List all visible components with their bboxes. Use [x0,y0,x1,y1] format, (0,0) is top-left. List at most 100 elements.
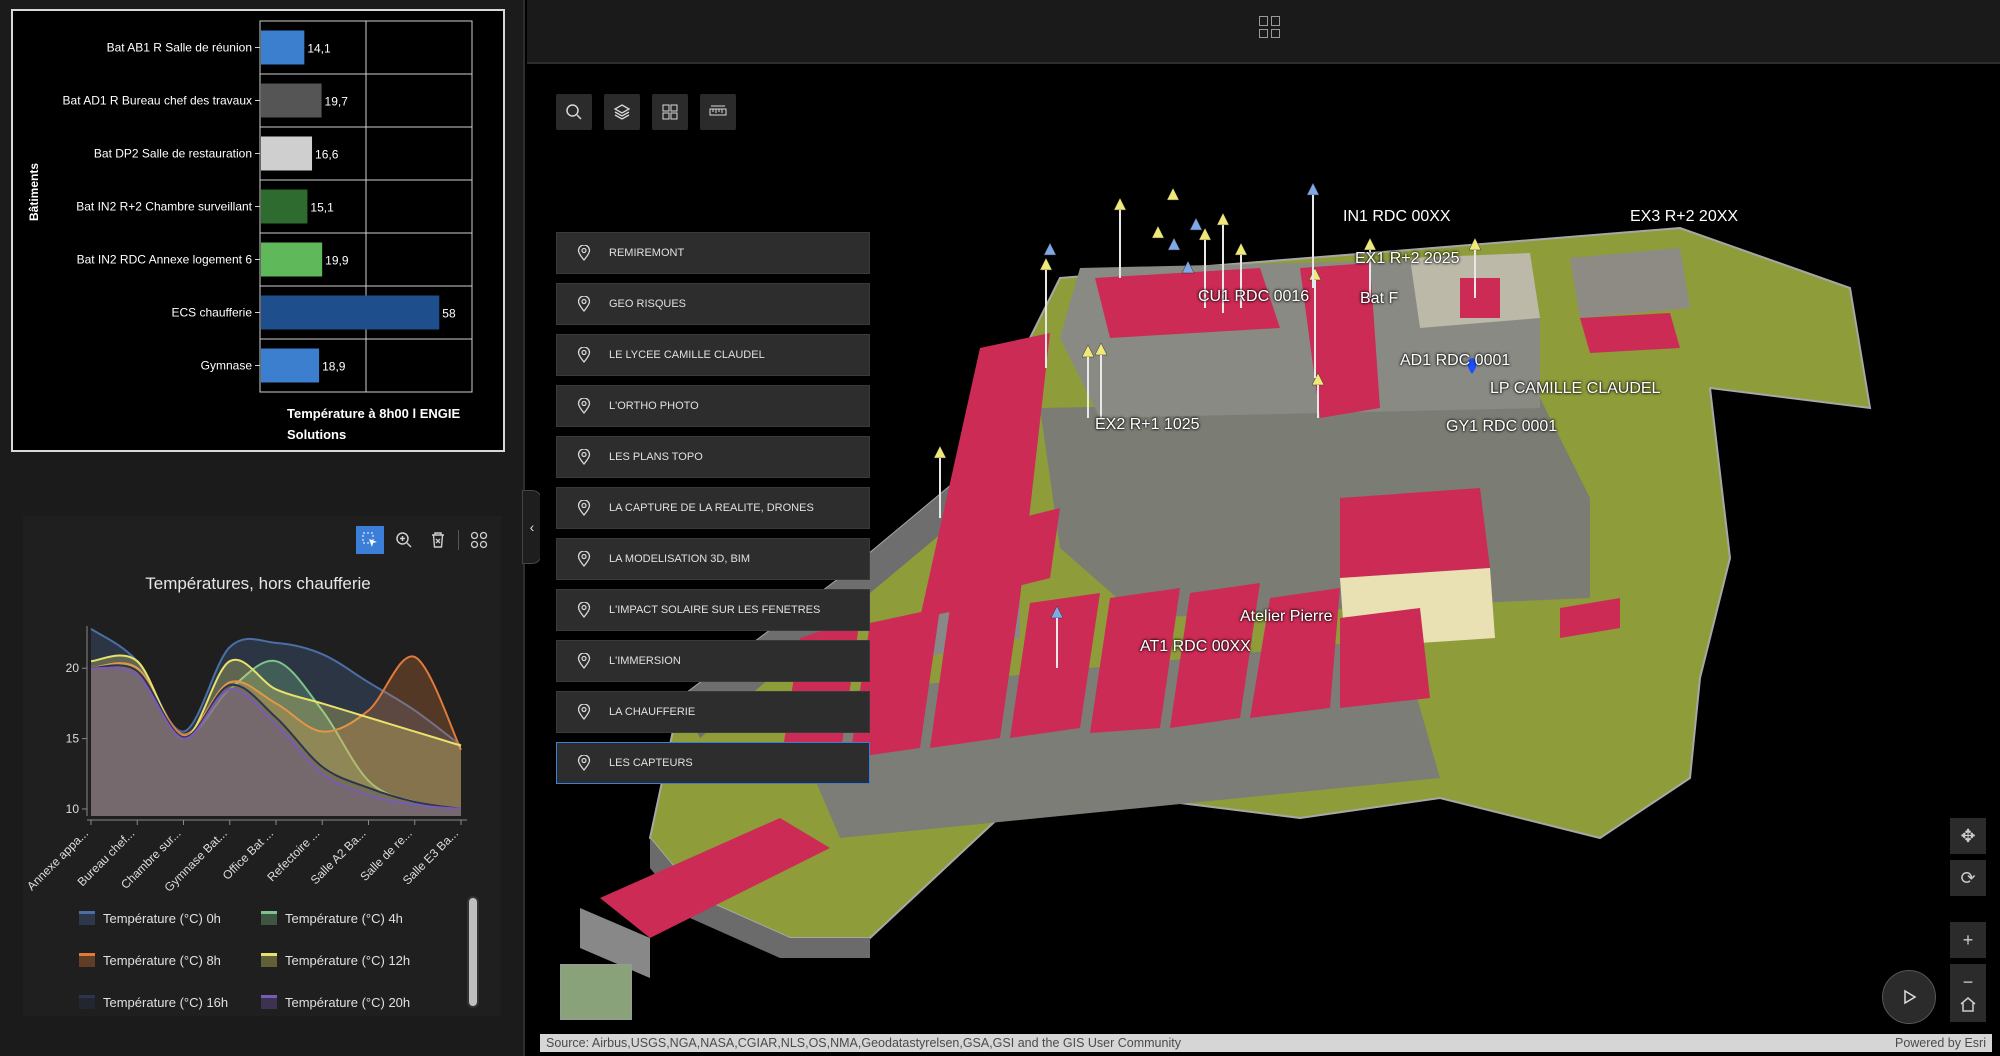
bar-value-label: 19,7 [325,95,349,109]
bar [261,348,320,383]
bar [261,295,440,330]
bar-chart: Bat AB1 R Salle de réunion 14,1 Bat AD1 R … [63,20,473,393]
bar-category-label: Gymnase [201,359,253,373]
sensor-label-batf[interactable]: Bat F [1360,290,1398,308]
legend-item[interactable]: Température (°C) 20h [261,992,431,1012]
bookmark-item[interactable]: LA CAPTURE DE LA REALITE, DRONES [556,487,870,529]
attribution-bar: Source: Airbus,USGS,NGA,NASA,CGIAR,NLS,O… [540,1034,1992,1052]
select-icon[interactable] [356,526,384,554]
bar [261,242,323,277]
measure-icon[interactable] [700,94,736,130]
scene-view[interactable]: REMIREMONT GEO RISQUES LE LYCEE CAMILLE CL… [540,78,1992,1034]
bookmark-item[interactable]: LE LYCEE CAMILLE CLAUDEL [556,334,870,376]
navigation-tools: ✥ ⟳ + − [1950,818,1986,1000]
sensor-label-atelier[interactable]: Atelier Pierre [1240,608,1332,626]
bookmark-label: REMIREMONT [609,247,685,259]
line-chart-card: Températures, hors chaufferie 10 15 20 Anne… [23,516,501,1016]
bar-chart-xlabel: Température à 8h00 l ENGIE Solutions [287,406,461,442]
play-icon [1904,989,1917,1005]
play-tour-button[interactable] [1882,970,1936,1024]
bookmark-item[interactable]: LES PLANS TOPO [556,436,870,478]
grid-icon[interactable] [465,526,493,554]
legend-label: Température (°C) 20h [285,994,411,1010]
pan-icon[interactable]: ✥ [1950,818,1986,854]
bookmark-item[interactable]: L'IMPACT SOLAIRE SUR LES FENETRES [556,589,870,631]
location-pin-icon [577,653,591,669]
location-pin-icon [577,398,591,414]
left-panel: Bat AB1 R Salle de réunion 14,1 Bat AD1 R … [0,0,525,1056]
rotate-icon[interactable]: ⟳ [1950,860,1986,896]
bar-value-label: 19,9 [325,254,349,268]
location-pin-icon [577,602,591,618]
bookmark-item[interactable]: LES CAPTEURS [556,742,870,784]
widget-grid-icon[interactable] [1259,16,1281,38]
top-bar [527,0,2000,64]
bookmark-label: LA CHAUFFERIE [609,706,696,718]
sensor-label-ex3[interactable]: EX3 R+2 20XX [1630,208,1738,226]
bookmark-label: L'ORTHO PHOTO [609,400,699,412]
bar-category-label: Bat AB1 R Salle de réunion [107,41,252,55]
bookmarks-list: REMIREMONT GEO RISQUES LE LYCEE CAMILLE CL… [556,232,870,793]
bar [261,136,313,171]
location-pin-icon [577,449,591,465]
legend-item[interactable]: Température (°C) 12h [261,950,431,970]
sensor-label-ex2[interactable]: EX2 R+1 1025 [1095,416,1200,434]
chevron-left-icon: ‹ [529,519,535,535]
legend-swatch [79,995,95,1009]
bar-value-label: 14,1 [307,42,331,56]
attribution-powered-by[interactable]: Powered by Esri [1895,1036,1986,1050]
legend-swatch [261,953,277,967]
basemap-gallery-icon[interactable] [652,94,688,130]
legend-scrollbar[interactable] [467,896,479,1008]
y-tick-label: 15 [66,732,80,746]
attribution-source: Source: Airbus,USGS,NGA,NASA,CGIAR,NLS,O… [546,1036,1181,1050]
clear-selection-icon[interactable] [424,526,452,554]
sensor-label-cu1[interactable]: CU1 RDC 0016 [1198,288,1309,306]
zoom-icon[interactable] [390,526,418,554]
y-tick-label: 20 [66,661,80,675]
sensor-label-ex1[interactable]: EX1 R+2 2025 [1355,250,1460,268]
bookmark-label: LA MODELISATION 3D, BIM [609,553,750,565]
location-pin-icon [577,755,591,771]
location-label-lp-camille-claudel[interactable]: LP CAMILLE CLAUDEL [1490,380,1660,398]
bookmark-item[interactable]: REMIREMONT [556,232,870,274]
bar-category-label: ECS chaufferie [172,306,253,320]
location-pin-icon [577,500,591,516]
bookmark-label: LE LYCEE CAMILLE CLAUDEL [609,349,765,361]
location-pin-icon [577,704,591,720]
legend-item[interactable]: Température (°C) 16h [79,992,261,1012]
bar-chart-ylabel: Bâtiments [27,162,41,221]
legend-item[interactable]: Température (°C) 0h [79,908,261,928]
zoom-in-button[interactable]: + [1950,922,1986,958]
bar-value-label: 16,6 [315,148,339,162]
bookmark-item[interactable]: L'ORTHO PHOTO [556,385,870,427]
line-chart-title: Températures, hors chaufferie [145,574,371,593]
search-icon[interactable] [556,94,592,130]
bar-value-label: 18,9 [322,360,346,374]
layers-icon[interactable] [604,94,640,130]
y-tick-label: 10 [66,802,80,816]
bar-category-label: Bat IN2 R+2 Chambre surveillant [76,200,252,214]
sensor-label-at1[interactable]: AT1 RDC 00XX [1140,638,1251,656]
collapse-panel-button[interactable]: ‹ [522,490,542,564]
legend-item[interactable]: Température (°C) 4h [261,908,431,928]
location-pin-icon [577,245,591,261]
bookmark-item[interactable]: LA CHAUFFERIE [556,691,870,733]
overview-map[interactable] [560,964,632,1020]
sensor-label-in1[interactable]: IN1 RDC 00XX [1343,208,1451,226]
location-pin-icon [577,551,591,567]
sensor-label-ad1[interactable]: AD1 RDC 0001 [1400,352,1510,370]
legend-label: Température (°C) 8h [103,952,221,968]
bookmark-item[interactable]: L'IMMERSION [556,640,870,682]
bookmark-item[interactable]: GEO RISQUES [556,283,870,325]
bookmark-item[interactable]: LA MODELISATION 3D, BIM [556,538,870,580]
bookmark-label: LES PLANS TOPO [609,451,703,463]
legend-item[interactable]: Température (°C) 8h [79,950,261,970]
legend-swatch [79,911,95,925]
line-chart-legend: Température (°C) 0h Température (°C) 4h Te… [79,908,439,1012]
bar-chart-card: Bat AB1 R Salle de réunion 14,1 Bat AD1 R … [11,9,505,452]
location-pin-icon [577,296,591,312]
sensor-label-gy1[interactable]: GY1 RDC 0001 [1446,418,1557,436]
home-icon[interactable] [1950,986,1986,1022]
bar-value-label: 58 [442,307,456,321]
